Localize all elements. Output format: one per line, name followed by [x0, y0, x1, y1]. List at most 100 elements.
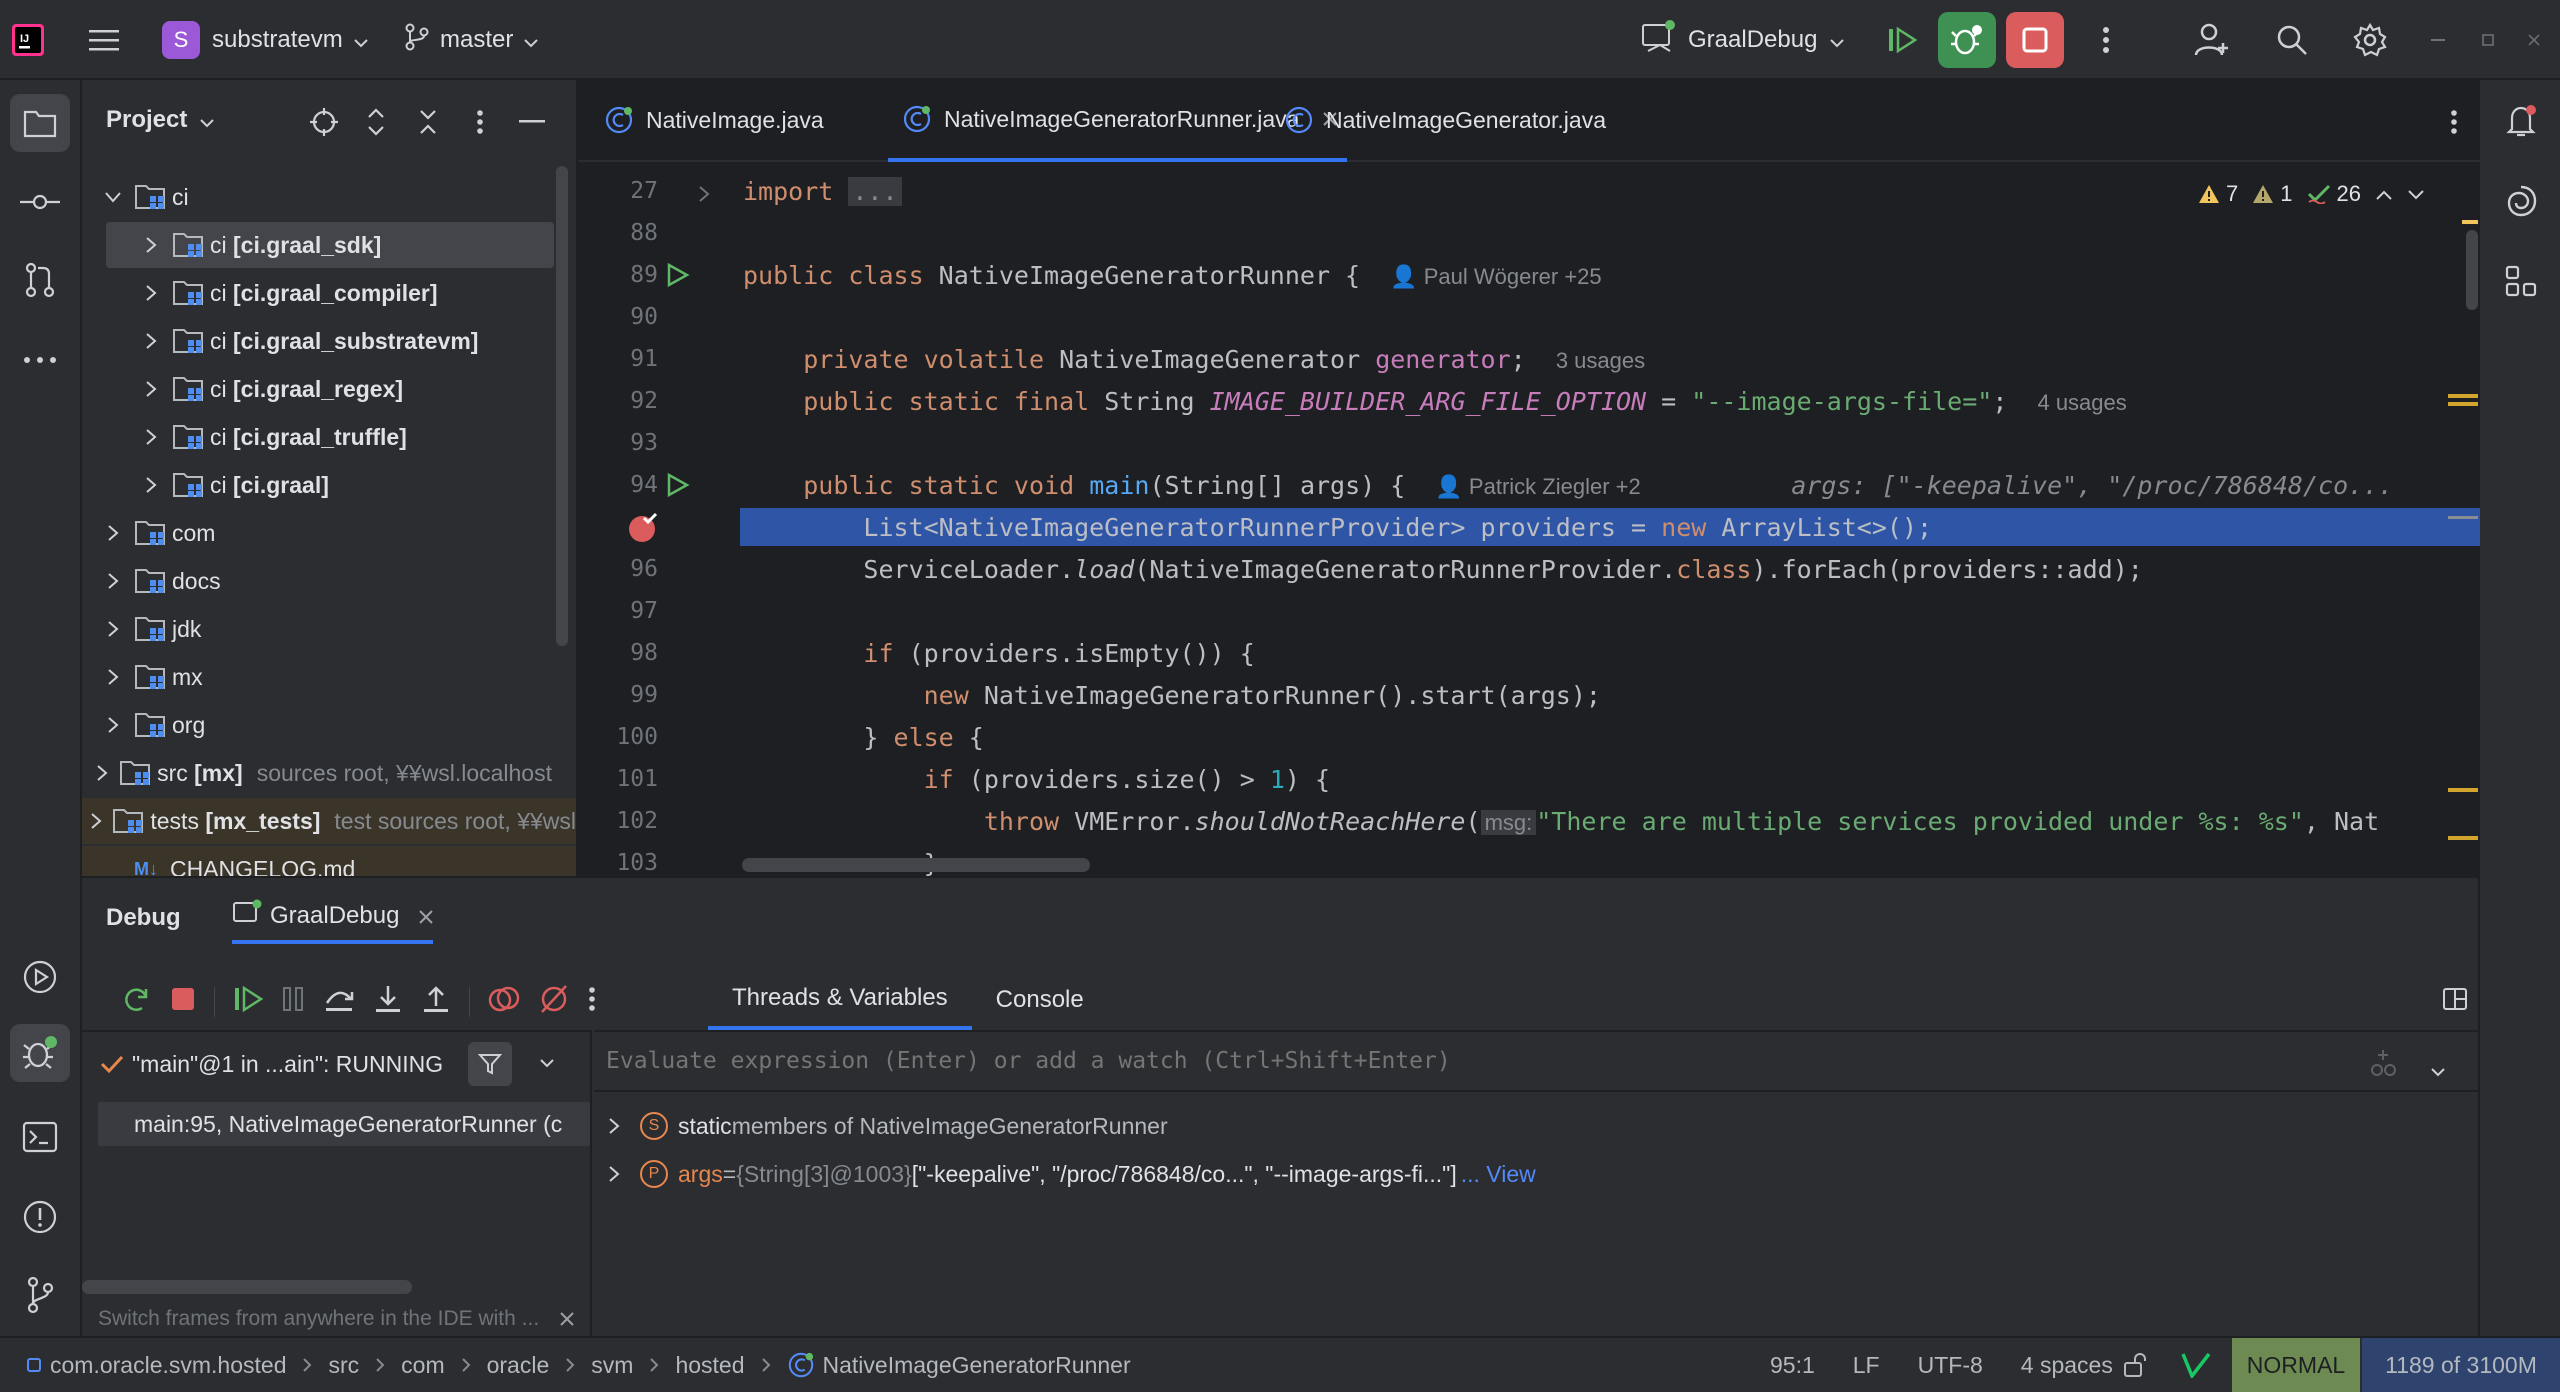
step-into-icon[interactable]	[373, 984, 403, 1020]
tree-item[interactable]: M↓ CHANGELOG.md	[82, 846, 576, 876]
line-number[interactable]: 99	[578, 682, 658, 708]
run-gutter-icon[interactable]	[664, 472, 690, 504]
fold-chevron-icon[interactable]	[698, 180, 710, 209]
chevron-right-icon[interactable]	[140, 426, 162, 448]
more-actions-icon[interactable]	[2086, 20, 2126, 60]
evaluate-expression-field[interactable]	[594, 1032, 2478, 1092]
close-window-icon[interactable]	[2520, 26, 2548, 54]
chevron-right-icon[interactable]	[102, 714, 124, 736]
breadcrumb-item[interactable]: NativeImageGeneratorRunner	[787, 1351, 1131, 1379]
chevron-right-icon[interactable]	[140, 282, 162, 304]
code-text[interactable]: List<NativeImageGeneratorRunnerProvider>…	[743, 513, 1932, 542]
code-line[interactable]: 91 private volatile NativeImageGenerator…	[578, 338, 2480, 380]
line-number[interactable]: 103	[578, 850, 658, 876]
chevron-down-icon[interactable]	[532, 1048, 562, 1078]
code-line[interactable]: 90	[578, 296, 2480, 338]
pull-requests-icon[interactable]	[12, 258, 68, 302]
search-icon[interactable]	[2270, 18, 2314, 62]
stop-button[interactable]	[2006, 12, 2064, 68]
tree-item[interactable]: ci	[82, 174, 552, 220]
code-text[interactable]: new NativeImageGeneratorRunner().start(a…	[743, 681, 1601, 710]
caret-position[interactable]: 95:1	[1770, 1352, 1815, 1379]
stop-icon[interactable]	[170, 986, 196, 1018]
ideavim-icon[interactable]	[2180, 1350, 2212, 1380]
line-number[interactable]: 101	[578, 766, 658, 792]
breadcrumb-item[interactable]: hosted	[675, 1352, 744, 1379]
restore-icon[interactable]	[2474, 26, 2502, 54]
project-tool-folder-icon[interactable]	[10, 94, 70, 152]
close-hint-icon[interactable]	[556, 1308, 578, 1330]
code-line[interactable]: 96 ServiceLoader.load(NativeImageGenerat…	[578, 548, 2480, 590]
read-only-lock-icon[interactable]	[2120, 1350, 2150, 1380]
debug-session-tab[interactable]: GraalDebug	[232, 892, 434, 944]
line-number[interactable]: 92	[578, 388, 658, 414]
line-number[interactable]: 96	[578, 556, 658, 582]
view-breakpoints-icon[interactable]	[488, 984, 520, 1020]
line-number[interactable]: 91	[578, 346, 658, 372]
line-number[interactable]: 89	[578, 262, 658, 288]
chevron-down-icon[interactable]	[102, 186, 124, 208]
code-line[interactable]: 94 public static void main(String[] args…	[578, 464, 2480, 506]
commit-icon[interactable]	[12, 180, 68, 224]
layout-settings-icon[interactable]	[2438, 982, 2472, 1016]
debug-tool-icon[interactable]	[10, 1024, 70, 1082]
run-gutter-icon[interactable]	[664, 262, 690, 294]
chevron-right-icon[interactable]	[102, 666, 124, 688]
notifications-bell-icon[interactable]	[2494, 94, 2548, 148]
error-stripe-mark[interactable]	[2448, 402, 2478, 406]
code-text[interactable]: if (providers.isEmpty()) {	[743, 639, 1254, 668]
tree-item[interactable]: jdk	[82, 606, 552, 652]
indent-setting[interactable]: 4 spaces	[2021, 1352, 2113, 1379]
code-text[interactable]: if (providers.size() > 1) {	[743, 765, 1330, 794]
more-tools-icon[interactable]	[12, 338, 68, 382]
chevron-right-icon[interactable]	[102, 858, 124, 876]
tree-item[interactable]: org	[82, 702, 552, 748]
code-line[interactable]: 100 } else {	[578, 716, 2480, 758]
chevron-right-icon[interactable]	[140, 378, 162, 400]
breadcrumb-item[interactable]: oracle	[487, 1352, 550, 1379]
breadcrumb-item[interactable]: svm	[591, 1352, 633, 1379]
error-stripe-mark[interactable]	[2448, 516, 2478, 519]
code-line[interactable]: 27 import ...	[578, 170, 2480, 212]
variable-row[interactable]: Sstatic members of NativeImageGeneratorR…	[594, 1106, 1168, 1146]
tree-item[interactable]: ci [ci.graal_substratevm]	[82, 318, 552, 364]
code-line[interactable]: 101 if (providers.size() > 1) {	[578, 758, 2480, 800]
problems-icon[interactable]	[12, 1192, 68, 1242]
run-config-selector[interactable]: GraalDebug	[1640, 18, 1845, 62]
tab-options-icon[interactable]	[2436, 102, 2472, 142]
breadcrumb-item[interactable]: com	[401, 1352, 444, 1379]
line-separator[interactable]: LF	[1853, 1352, 1880, 1379]
memory-indicator[interactable]: 1189 of 3100M	[2362, 1338, 2560, 1392]
project-view-selector[interactable]: Project	[106, 100, 215, 140]
settings-gear-icon[interactable]	[2348, 18, 2392, 62]
resume-icon[interactable]	[1880, 18, 1924, 62]
code-text[interactable]: private volatile NativeImageGenerator ge…	[743, 345, 1645, 374]
code-text[interactable]: ServiceLoader.load(NativeImageGeneratorR…	[743, 555, 2142, 584]
tab-console[interactable]: Console	[972, 970, 1108, 1030]
account-icon[interactable]	[2190, 18, 2234, 62]
tree-item[interactable]: ci [ci.graal_truffle]	[82, 414, 552, 460]
add-watch-icon[interactable]	[2368, 1048, 2398, 1084]
chevron-right-icon[interactable]	[102, 618, 124, 640]
line-number[interactable]: 100	[578, 724, 658, 750]
options-icon[interactable]	[460, 102, 500, 142]
stack-frame-selected[interactable]: main:95, NativeImageGeneratorRunner (c	[98, 1102, 590, 1146]
tree-item[interactable]: com	[82, 510, 552, 556]
tree-item[interactable]: src [mx] sources root, ¥¥wsl.localhost	[82, 750, 552, 796]
chevron-right-icon[interactable]	[90, 810, 102, 832]
tree-scrollbar[interactable]	[556, 166, 568, 646]
tree-item[interactable]: docs	[82, 558, 552, 604]
code-text[interactable]: import ...	[743, 176, 902, 206]
chevron-right-icon[interactable]	[608, 1117, 632, 1135]
editor-horizontal-scrollbar[interactable]	[742, 858, 1090, 872]
rerun-debug-button[interactable]	[1938, 12, 1996, 68]
tree-item[interactable]: ci [ci.graal_regex]	[82, 366, 552, 412]
editor-tab[interactable]: NativeImageGenerator.java	[1284, 80, 1606, 160]
line-number[interactable]: 97	[578, 598, 658, 624]
vim-mode-badge[interactable]: NORMAL	[2232, 1338, 2360, 1392]
tree-item[interactable]: ci [ci.graal_sdk]	[106, 222, 554, 268]
code-line[interactable]: 99 new NativeImageGeneratorRunner().star…	[578, 674, 2480, 716]
close-tab-icon[interactable]	[419, 903, 434, 930]
step-out-icon[interactable]	[421, 984, 451, 1020]
chevron-right-icon[interactable]	[608, 1165, 632, 1183]
